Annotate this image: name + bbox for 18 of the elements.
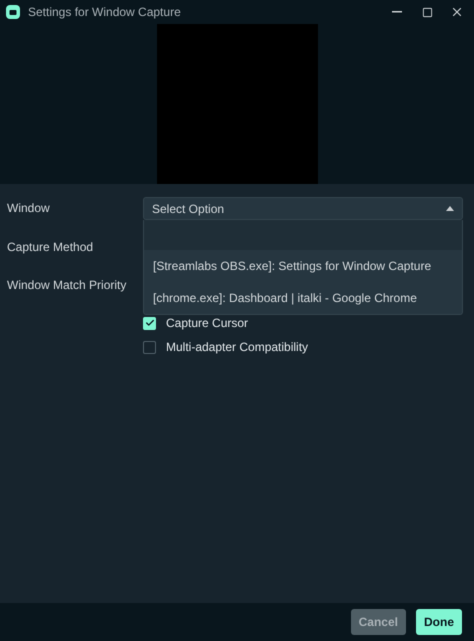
window-select[interactable]: Select Option: [143, 197, 463, 220]
field-label: Window Match Priority: [7, 277, 128, 294]
app-icon: [6, 5, 20, 19]
field-label: Capture Method: [7, 238, 94, 256]
check-icon: [144, 318, 154, 328]
search-field[interactable]: [144, 220, 462, 250]
done-button[interactable]: Done: [416, 609, 462, 635]
checkbox[interactable]: [143, 340, 156, 354]
dropdown-option[interactable]: [Streamlabs OBS.exe]: Settings for Window Capture: [144, 250, 462, 282]
maximize-icon: [422, 6, 432, 18]
close-icon: [450, 5, 464, 19]
field-label: Window: [7, 200, 51, 217]
checkbox-label: Capture Cursor: [166, 315, 248, 332]
dropdown-option[interactable]: [chrome.exe]: Dashboard | italki - Google Chrome: [144, 282, 462, 314]
checkbox-label: Multi-adapter Compatibility: [166, 339, 308, 356]
checkbox[interactable]: [143, 316, 156, 330]
minimize-icon: [392, 11, 402, 13]
window-title: Settings for Window Capture: [28, 4, 182, 21]
